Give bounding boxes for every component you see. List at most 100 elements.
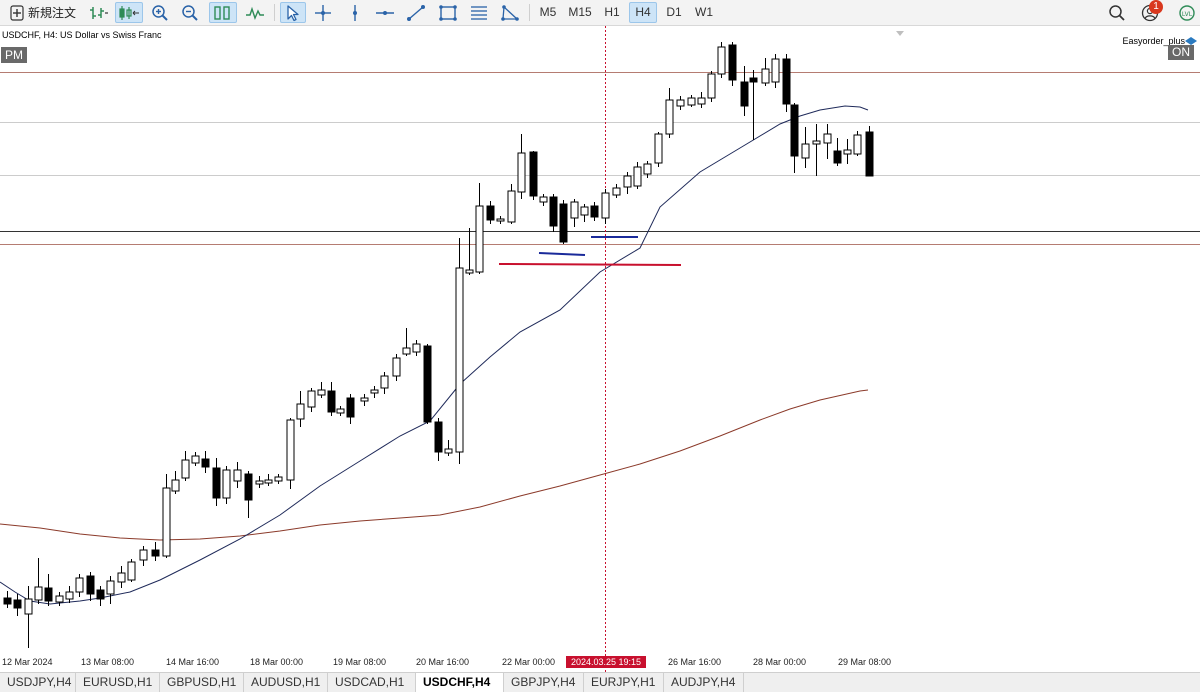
x-axis-label: 29 Mar 08:00 [838, 657, 892, 667]
candle-body [34, 586, 43, 601]
bullish-candle [697, 92, 706, 108]
rectangle-icon[interactable] [436, 2, 460, 23]
candle-body [740, 81, 749, 107]
signal-icon[interactable]: LVL [1176, 2, 1198, 23]
bullish-candle [517, 134, 526, 199]
tile-windows-icon[interactable] [209, 2, 237, 23]
bullish-candle [843, 139, 852, 164]
session-label: PM [1, 47, 27, 63]
bearish-candle [13, 594, 22, 616]
crosshair-icon[interactable] [312, 2, 334, 23]
candle-body [676, 99, 685, 107]
candle-body [529, 151, 538, 197]
bullish-candle [402, 328, 411, 356]
chart-shift-marker[interactable] [896, 31, 904, 36]
candle-body [106, 580, 115, 595]
bullish-candle [336, 406, 345, 416]
price-chart[interactable] [0, 26, 1200, 672]
bearish-candle [590, 202, 599, 221]
trendline-red[interactable] [498, 263, 682, 266]
candle-body [601, 192, 610, 219]
candle-body [296, 403, 305, 420]
candle-body [346, 397, 355, 418]
timeframe-m5[interactable]: M5 [535, 2, 561, 23]
bearish-candle [790, 103, 799, 173]
candle-body [96, 589, 105, 600]
timeframe-d1[interactable]: D1 [661, 2, 687, 23]
candle-body [633, 166, 642, 187]
candle-body [612, 187, 621, 196]
timeframe-w1[interactable]: W1 [691, 2, 717, 23]
candle-body [465, 269, 474, 274]
zoom-out-icon[interactable] [179, 2, 201, 23]
horizontal-line-icon[interactable] [373, 2, 397, 23]
trendline-icon[interactable] [404, 2, 428, 23]
fibonacci-icon[interactable] [467, 2, 491, 23]
timeframe-h1[interactable]: H1 [599, 2, 625, 23]
moving-average-slow [0, 389, 869, 541]
bullish-candle [496, 216, 505, 224]
candle-body [380, 375, 389, 389]
toolbar-separator [529, 4, 530, 21]
candle-body [402, 347, 411, 355]
new-order-button[interactable]: 新規注文 [4, 2, 82, 23]
trendline-blue[interactable] [538, 252, 586, 256]
x-axis-label: 18 Mar 00:00 [250, 657, 304, 667]
x-axis-label: 28 Mar 00:00 [753, 657, 807, 667]
candle-body [496, 218, 505, 222]
timeframe-m15[interactable]: M15 [565, 2, 595, 23]
symbol-tab[interactable]: GBPUSD,H1 [160, 673, 244, 692]
triangle-icon[interactable] [498, 2, 522, 23]
candle-body [539, 196, 548, 203]
timeframe-h4[interactable]: H4 [629, 2, 657, 23]
symbol-tab[interactable]: EURUSD,H1 [76, 673, 160, 692]
search-icon[interactable] [1106, 2, 1128, 23]
candle-body [507, 190, 516, 223]
candle-body [790, 104, 799, 157]
expert-advisor-status[interactable]: ON [1168, 45, 1194, 60]
candle-body [24, 598, 33, 615]
symbol-tab-active[interactable]: USDCHF,H4 [416, 673, 504, 692]
bearish-candle [529, 151, 538, 200]
horizontal-lines [0, 72, 1200, 245]
candle-body [707, 73, 716, 99]
symbol-tab[interactable]: USDCAD,H1 [328, 673, 416, 692]
bullish-candle [296, 391, 305, 427]
candle-body [833, 150, 842, 164]
bearish-candle [486, 201, 495, 224]
candlestick-icon[interactable] [115, 2, 143, 23]
candle-body [286, 419, 295, 481]
candle-body [274, 476, 283, 482]
symbol-tab[interactable]: USDJPY,H4 [0, 673, 76, 692]
candle-body [44, 587, 53, 602]
symbol-tab[interactable]: GBPJPY,H4 [504, 673, 584, 692]
account-icon[interactable]: 1 [1137, 0, 1163, 23]
bullish-candle [612, 184, 621, 198]
x-axis-label: 13 Mar 08:00 [81, 657, 135, 667]
vertical-line-icon[interactable] [344, 2, 366, 23]
candle-body [475, 205, 484, 273]
bullish-candle [665, 88, 674, 138]
new-order-icon [10, 4, 24, 21]
cursor-icon[interactable] [280, 2, 306, 23]
symbol-tab[interactable]: AUDUSD,H1 [244, 673, 328, 692]
candle-body [865, 131, 874, 177]
symbol-tab[interactable]: EURJPY,H1 [584, 673, 664, 692]
bar-chart-icon[interactable] [87, 2, 111, 23]
bullish-candle [317, 382, 326, 398]
x-axis-label: 26 Mar 16:00 [668, 657, 722, 667]
candle-body [65, 591, 74, 600]
symbol-tab[interactable]: AUDJPY,H4 [664, 673, 744, 692]
candle-body [590, 205, 599, 218]
bullish-candle [139, 546, 148, 566]
bullish-candle [444, 440, 453, 456]
bullish-candle [117, 566, 126, 588]
indicators-icon[interactable] [243, 2, 267, 23]
candle-body [3, 597, 12, 605]
candle-body [75, 577, 84, 593]
candle-body [360, 397, 369, 402]
bullish-candle [127, 559, 136, 582]
candle-body [162, 487, 171, 557]
zoom-in-icon[interactable] [149, 2, 171, 23]
candle-body [782, 58, 791, 105]
